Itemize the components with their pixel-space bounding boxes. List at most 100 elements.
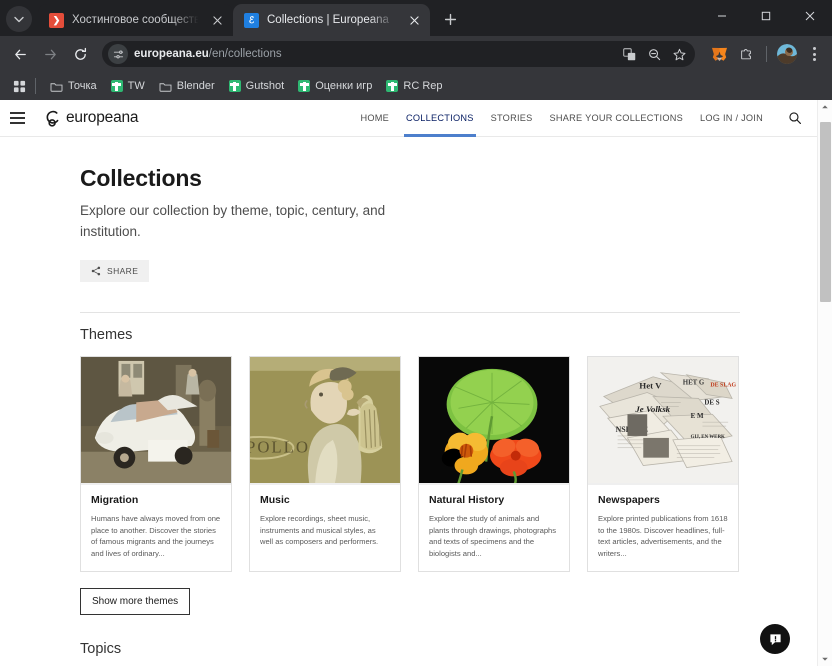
bookmark-item-blender[interactable]: Blender	[153, 77, 221, 95]
bookmark-item-gutshot[interactable]: Gutshot	[223, 77, 291, 95]
back-button[interactable]	[6, 40, 34, 68]
scroll-up-arrow[interactable]	[818, 100, 832, 114]
theme-description: Humans have always moved from one place …	[91, 514, 221, 558]
site-settings-icon[interactable]	[108, 44, 128, 64]
browser-menu-button[interactable]	[802, 42, 826, 66]
theme-card-migration[interactable]: Migration Humans have always moved from …	[80, 356, 232, 572]
bookmark-label: Оценки игр	[315, 80, 373, 92]
bookmark-label: RC Rep	[403, 80, 443, 92]
omnibox-actions	[617, 42, 691, 66]
hamburger-menu-icon[interactable]	[10, 108, 30, 128]
extensions-button[interactable]	[734, 42, 758, 66]
bookmark-item-tochka[interactable]: Точка	[44, 77, 103, 95]
nav-item-home[interactable]: HOME	[360, 100, 389, 137]
minimize-button[interactable]	[700, 0, 744, 32]
back-arrow-icon	[14, 49, 26, 59]
theme-card-newspapers[interactable]: Het V HET G DE SLAG DE S E M Je Volksk N…	[587, 356, 739, 572]
nav-item-log-in-join[interactable]: LOG IN / JOIN	[700, 100, 763, 137]
url-domain: europeana.eu	[134, 48, 209, 60]
bookmark-item-tw[interactable]: TW	[105, 77, 151, 95]
apps-grid-button[interactable]	[8, 75, 30, 97]
browser-tab-2[interactable]: ℰ Collections | Europeana	[233, 4, 430, 36]
nav-item-collections[interactable]: COLLECTIONS	[404, 100, 476, 137]
page-viewport: europeana HOME COLLECTIONS STORIES SHARE…	[0, 100, 832, 666]
metamask-button[interactable]	[707, 42, 731, 66]
apps-grid-icon	[13, 80, 25, 92]
feedback-button[interactable]	[760, 624, 790, 654]
themes-divider	[80, 312, 740, 313]
tab-close-button[interactable]	[209, 12, 225, 28]
themes-heading: Themes	[80, 327, 133, 343]
theme-card-music[interactable]: POLLO Music Explore recordings, sheet mu…	[249, 356, 401, 572]
theme-title: Newspapers	[598, 494, 660, 506]
svg-text:E M: E M	[691, 413, 704, 420]
bookmark-label: TW	[127, 80, 145, 92]
plus-icon	[444, 13, 456, 25]
green-bookmark-icon	[228, 80, 241, 92]
card-body: Music Explore recordings, sheet music, i…	[250, 485, 400, 560]
scrollbar-track[interactable]	[818, 114, 832, 652]
page-title: Collections	[80, 165, 202, 191]
tab-title: Collections | Europeana	[267, 14, 389, 26]
nav-item-share-your-collections[interactable]: SHARE YOUR COLLECTIONS	[550, 100, 683, 137]
forward-button[interactable]	[36, 40, 64, 68]
theme-description: Explore recordings, sheet music, instrum…	[260, 514, 379, 546]
bookmark-label: Точка	[68, 80, 97, 92]
metamask-fox-icon	[711, 47, 727, 61]
url-path: /en/collections	[208, 48, 282, 60]
new-tab-button[interactable]	[436, 5, 464, 33]
maximize-button[interactable]	[744, 0, 788, 32]
site-logo[interactable]: europeana	[44, 109, 139, 127]
profile-button[interactable]	[775, 42, 799, 66]
apollo-with-lyre-illustration: POLLO	[250, 357, 400, 485]
browser-tab-1[interactable]: ❯ Хостинговое сообщество «Tim	[38, 4, 233, 36]
scrollbar-thumb[interactable]	[820, 122, 831, 302]
bookmark-item-rc-rep[interactable]: RC Rep	[380, 77, 448, 95]
extension-icons	[703, 42, 826, 66]
svg-text:GIJ, EN WERK: GIJ, EN WERK	[691, 435, 725, 440]
browser-toolbar: europeana.eu/en/collections	[0, 36, 832, 72]
reload-button[interactable]	[66, 40, 94, 68]
bookmark-label: Blender	[176, 80, 215, 92]
theme-card-natural-history[interactable]: Natural History Explore the study of ani…	[418, 356, 570, 572]
svg-text:DE S: DE S	[704, 399, 719, 406]
nasturtium-flowers-photo	[419, 357, 569, 485]
vintage-white-car-photo	[81, 357, 231, 485]
scroll-down-arrow[interactable]	[818, 652, 832, 666]
theme-description: Explore printed publications from 1618 t…	[598, 514, 728, 558]
svg-text:DE SLAG: DE SLAG	[710, 383, 736, 389]
europeana-e-logo	[46, 110, 59, 127]
address-bar[interactable]: europeana.eu/en/collections	[102, 41, 695, 67]
brand-name: europeana	[66, 109, 139, 126]
window-controls	[700, 0, 832, 36]
zoom-out-button[interactable]	[642, 42, 666, 66]
card-body: Natural History Explore the study of ani…	[419, 485, 569, 571]
share-icon	[91, 266, 101, 276]
svg-text:Je Volksk: Je Volksk	[634, 404, 670, 414]
share-button[interactable]: SHARE	[80, 260, 150, 282]
site-search-button[interactable]	[785, 108, 805, 128]
close-button[interactable]	[788, 0, 832, 32]
themes-card-grid: Migration Humans have always moved from …	[80, 356, 740, 572]
translate-button[interactable]	[617, 42, 641, 66]
bookmarks-bar: Точка TW Blender Gutshot Оценки игр RC R…	[0, 72, 832, 100]
tab-close-button[interactable]	[406, 12, 422, 28]
browser-window: ❯ Хостинговое сообщество «Tim ℰ Collecti…	[0, 0, 832, 666]
zoom-out-icon	[648, 48, 660, 60]
orange-arrow-favicon: ❯	[49, 12, 64, 28]
forward-arrow-icon	[44, 49, 56, 59]
profile-avatar-icon	[777, 44, 797, 64]
folder-icon	[159, 82, 172, 92]
show-more-themes-button[interactable]: Show more themes	[80, 588, 191, 615]
page-scrollbar[interactable]	[817, 100, 832, 666]
tab-search-button[interactable]	[6, 6, 32, 32]
reload-icon	[74, 47, 86, 60]
europeana-favicon: ℰ	[244, 12, 259, 28]
site-header: europeana HOME COLLECTIONS STORIES SHARE…	[0, 100, 817, 137]
bookmark-label: Gutshot	[245, 80, 285, 92]
nav-item-stories[interactable]: STORIES	[491, 100, 533, 137]
bookmark-item-ocenki-igr[interactable]: Оценки игр	[292, 77, 378, 95]
bookmark-button[interactable]	[667, 42, 691, 66]
svg-text:HET G: HET G	[683, 380, 705, 387]
card-body: Migration Humans have always moved from …	[81, 485, 231, 571]
